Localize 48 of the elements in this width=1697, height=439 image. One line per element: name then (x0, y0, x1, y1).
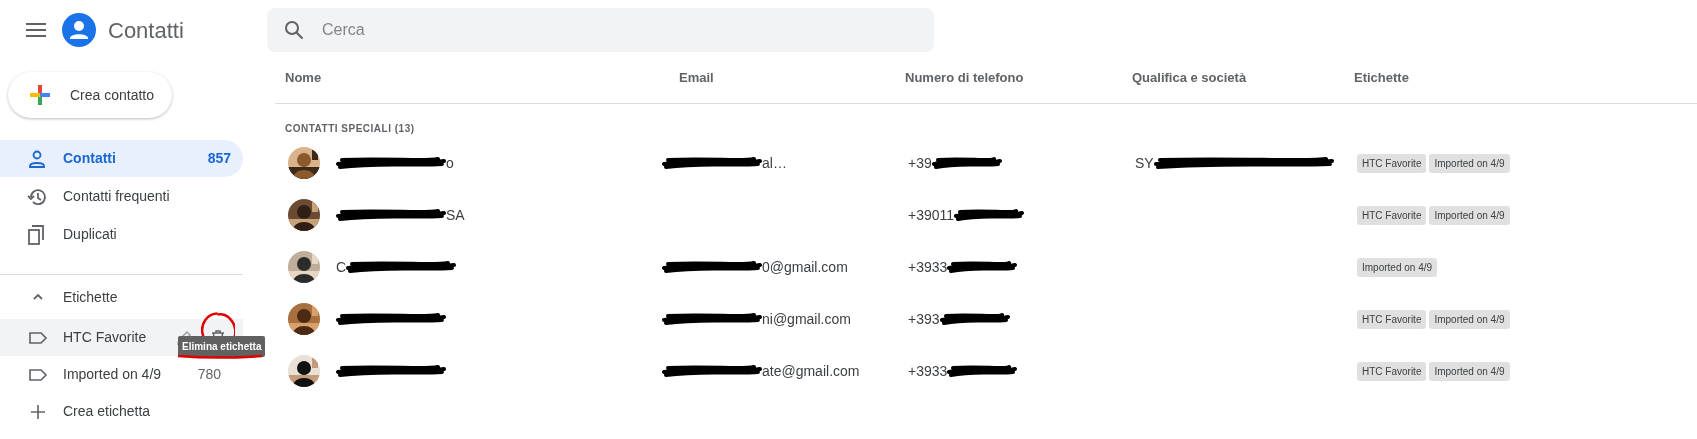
column-header[interactable]: Nome (285, 67, 679, 88)
label-icon (28, 329, 48, 346)
label-chip: HTC Favorite (1357, 361, 1427, 381)
history-icon (27, 186, 47, 207)
section-heading: CONTATTI SPECIALI (13) (285, 122, 416, 136)
contact-name: SA (446, 205, 465, 225)
contact-phone: +39 (908, 153, 932, 173)
person-icon (27, 148, 47, 169)
contact-phone: +39011 (908, 205, 955, 225)
label-chip: HTC Favorite (1357, 153, 1427, 173)
contact-phone: +3933 (908, 361, 948, 381)
nav-item[interactable]: Contatti 857 (0, 140, 243, 177)
nav-item[interactable]: Contatti frequenti (0, 178, 243, 215)
label-chip: HTC Favorite (1357, 309, 1427, 329)
contact-email: al… (762, 153, 787, 173)
label-chip: Imported on 4/9 (1429, 309, 1510, 329)
search-field[interactable]: Cerca (267, 8, 934, 52)
label-chip: Imported on 4/9 (1357, 257, 1438, 277)
label-count: 780 (197, 365, 221, 384)
contact-email: 0@gmail.com (762, 257, 848, 277)
menu-icon[interactable] (26, 23, 46, 37)
contact-name: C (336, 257, 347, 277)
create-contact-button[interactable]: Crea contatto (8, 72, 172, 118)
contact-phone: +3933 (908, 257, 948, 277)
label-chip: Imported on 4/9 (1429, 205, 1510, 225)
tooltip: Elimina etichetta (178, 336, 266, 357)
contact-phone: +393 (908, 309, 940, 329)
column-header[interactable]: Numero di telefono (905, 67, 1132, 88)
label-chip: HTC Favorite (1357, 205, 1427, 225)
app-title: Contatti (108, 16, 184, 45)
create-label-item[interactable]: Crea etichetta (0, 393, 260, 430)
copy-icon (27, 224, 47, 245)
person-logo-icon (62, 13, 96, 47)
plus-icon (28, 83, 52, 107)
label-chip: Imported on 4/9 (1429, 153, 1510, 173)
section-label: Etichette (63, 287, 118, 307)
label-icon (28, 366, 48, 383)
label-chip: Imported on 4/9 (1429, 361, 1510, 381)
label-item[interactable]: Imported on 4/9 780 (0, 356, 243, 393)
contact-email: ate@gmail.com (762, 361, 860, 381)
contact-company: SY (1135, 153, 1154, 173)
contact-name: o (446, 153, 454, 173)
column-header[interactable]: Etichette (1354, 67, 1697, 88)
column-header[interactable]: Qualifica e società (1132, 67, 1354, 88)
column-header[interactable]: Email (679, 67, 905, 88)
nav-item[interactable]: Duplicati (0, 216, 243, 253)
contact-email: ni@gmail.com (762, 309, 851, 329)
search-icon[interactable] (284, 20, 304, 40)
